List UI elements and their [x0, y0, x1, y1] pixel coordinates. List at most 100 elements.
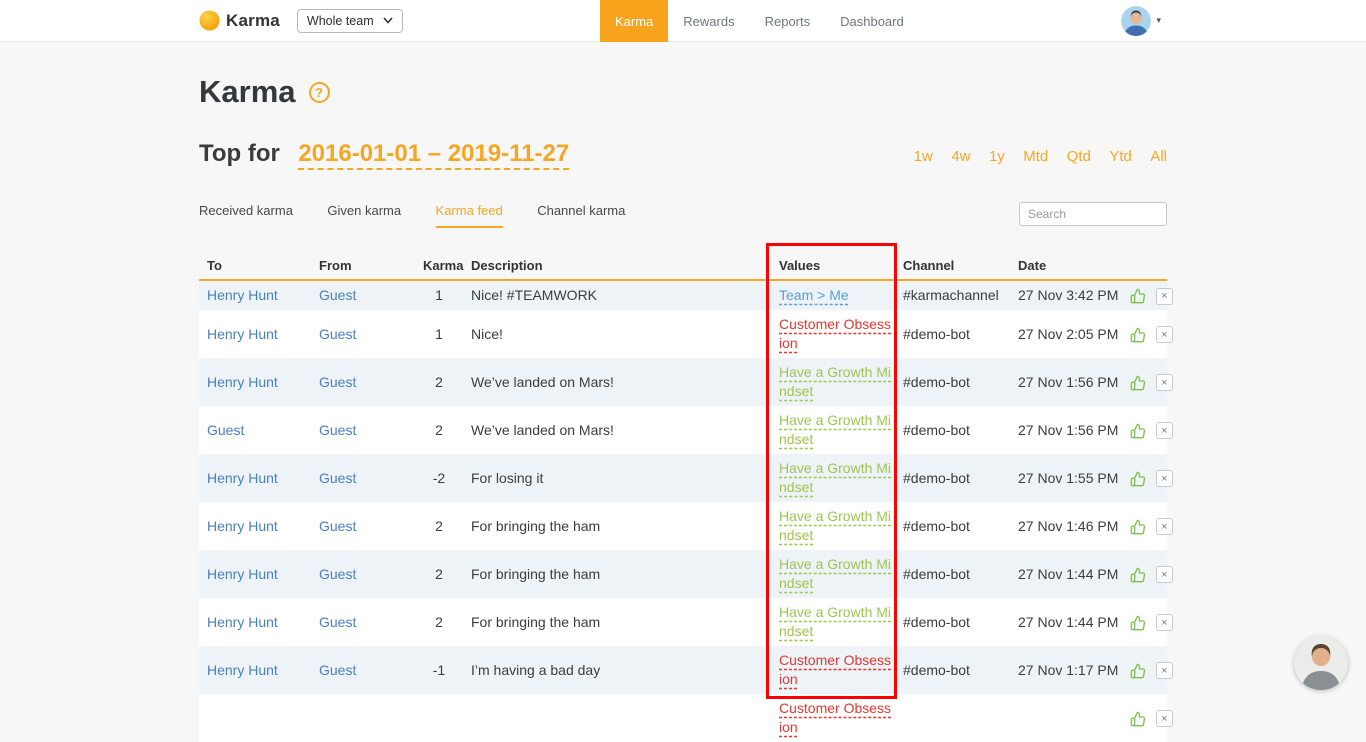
nav-karma[interactable]: Karma: [600, 0, 669, 42]
team-selector[interactable]: Whole team: [296, 8, 403, 33]
value-link[interactable]: Customer Obsession: [779, 700, 891, 735]
to-link[interactable]: Henry Hunt: [207, 614, 278, 630]
delete-button[interactable]: ×: [1155, 422, 1173, 440]
delete-button[interactable]: ×: [1155, 374, 1173, 392]
range-1w[interactable]: 1w: [914, 148, 933, 165]
to-link[interactable]: Henry Hunt: [207, 662, 278, 678]
delete-button[interactable]: ×: [1155, 518, 1173, 536]
tab-channel-karma[interactable]: Channel karma: [537, 203, 625, 228]
delete-button[interactable]: ×: [1155, 710, 1173, 728]
channel-text: #demo-bot: [903, 469, 970, 486]
nav-rewards[interactable]: Rewards: [668, 0, 749, 42]
delete-button[interactable]: ×: [1155, 326, 1173, 344]
description-text: For bringing the ham: [471, 613, 601, 630]
column-header-actions: [1122, 250, 1167, 281]
table-row: Guest Guest 2 We’ve landed on Mars! Have…: [199, 406, 1173, 454]
thumbs-up-icon[interactable]: [1130, 375, 1146, 391]
date-range-link[interactable]: 2016-01-01 – 2019-11-27: [298, 140, 569, 167]
delete-button[interactable]: ×: [1155, 614, 1173, 632]
value-link[interactable]: Customer Obsession: [779, 652, 891, 687]
thumbs-up-icon[interactable]: [1130, 615, 1146, 631]
thumbs-up-icon[interactable]: [1130, 327, 1146, 343]
from-link[interactable]: Guest: [319, 470, 356, 486]
to-link[interactable]: Henry Hunt: [207, 566, 278, 582]
tab-karma-feed[interactable]: Karma feed: [435, 203, 503, 228]
to-link[interactable]: Henry Hunt: [207, 326, 278, 342]
value-link[interactable]: Team > Me: [779, 287, 849, 303]
from-link[interactable]: Guest: [319, 287, 356, 303]
top-for-section: Top for 2016-01-01 – 2019-11-27: [199, 140, 569, 168]
karma-points: 2: [435, 613, 443, 630]
karma-points: 2: [435, 565, 443, 582]
user-menu[interactable]: ▾: [1121, 5, 1161, 36]
range-all[interactable]: All: [1150, 148, 1167, 165]
to-link[interactable]: Henry Hunt: [207, 287, 278, 303]
column-header-values: Values: [771, 250, 895, 281]
karma-points: 2: [435, 421, 443, 438]
to-link[interactable]: Henry Hunt: [207, 374, 278, 390]
value-link[interactable]: Customer Obsession: [779, 316, 891, 351]
column-header-date: Date: [1010, 250, 1122, 281]
value-link[interactable]: Have a Growth Mindset: [779, 460, 891, 495]
thumbs-up-icon[interactable]: [1130, 663, 1146, 679]
to-link[interactable]: Henry Hunt: [207, 518, 278, 534]
search-input[interactable]: [1019, 202, 1167, 226]
range-qtd[interactable]: Qtd: [1067, 148, 1091, 165]
page-title: Karma: [199, 74, 296, 109]
column-header-from: From: [311, 250, 415, 281]
main-nav: Karma Rewards Reports Dashboard: [600, 0, 919, 42]
value-link[interactable]: Have a Growth Mindset: [779, 556, 891, 591]
tab-received-karma[interactable]: Received karma: [199, 203, 293, 228]
chat-widget-avatar[interactable]: [1294, 636, 1348, 690]
table-row: Henry Hunt Guest 2 For bringing the ham …: [199, 502, 1173, 550]
caret-down-icon: ▾: [1156, 15, 1161, 25]
thumbs-up-icon[interactable]: [1130, 711, 1146, 727]
karma-points: -2: [432, 469, 446, 486]
description-text: For losing it: [471, 469, 544, 486]
channel-text: #demo-bot: [903, 565, 970, 582]
date-text: 27 Nov 3:42 PM: [1018, 287, 1119, 303]
table-row: Henry Hunt Guest 1 Nice! #TEAMWORK Team …: [199, 280, 1173, 310]
to-link[interactable]: Guest: [207, 422, 244, 438]
range-ytd[interactable]: Ytd: [1109, 148, 1132, 165]
value-link[interactable]: Have a Growth Mindset: [779, 508, 891, 543]
description-text: Nice!: [471, 325, 503, 342]
thumbs-up-icon[interactable]: [1130, 423, 1146, 439]
range-1y[interactable]: 1y: [989, 148, 1005, 165]
description-text: We’ve landed on Mars!: [471, 373, 614, 390]
logo-text: Karma: [226, 10, 280, 30]
user-avatar[interactable]: [1121, 5, 1152, 36]
help-icon[interactable]: ?: [308, 81, 330, 103]
team-selector-value: Whole team: [306, 13, 374, 28]
from-link[interactable]: Guest: [319, 662, 356, 678]
app-logo[interactable]: Karma: [199, 10, 280, 31]
nav-dashboard[interactable]: Dashboard: [825, 0, 919, 42]
thumbs-up-icon[interactable]: [1130, 471, 1146, 487]
thumbs-up-icon[interactable]: [1130, 567, 1146, 583]
thumbs-up-icon[interactable]: [1130, 288, 1146, 304]
range-4w[interactable]: 4w: [951, 148, 970, 165]
delete-button[interactable]: ×: [1155, 470, 1173, 488]
from-link[interactable]: Guest: [319, 422, 356, 438]
delete-button[interactable]: ×: [1155, 287, 1173, 305]
value-link[interactable]: Have a Growth Mindset: [779, 364, 891, 399]
column-header-channel: Channel: [895, 250, 1010, 281]
from-link[interactable]: Guest: [319, 518, 356, 534]
nav-reports[interactable]: Reports: [750, 0, 826, 42]
channel-text: #demo-bot: [903, 613, 970, 630]
from-link[interactable]: Guest: [319, 566, 356, 582]
from-link[interactable]: Guest: [319, 374, 356, 390]
range-mtd[interactable]: Mtd: [1023, 148, 1048, 165]
description-text: For bringing the ham: [471, 565, 601, 582]
delete-button[interactable]: ×: [1155, 566, 1173, 584]
date-text: 27 Nov 1:56 PM: [1018, 421, 1119, 438]
delete-button[interactable]: ×: [1155, 662, 1173, 680]
from-link[interactable]: Guest: [319, 614, 356, 630]
channel-text: #demo-bot: [903, 661, 970, 678]
to-link[interactable]: Henry Hunt: [207, 470, 278, 486]
from-link[interactable]: Guest: [319, 326, 356, 342]
value-link[interactable]: Have a Growth Mindset: [779, 604, 891, 639]
value-link[interactable]: Have a Growth Mindset: [779, 412, 891, 447]
tab-given-karma[interactable]: Given karma: [327, 203, 401, 228]
thumbs-up-icon[interactable]: [1130, 519, 1146, 535]
